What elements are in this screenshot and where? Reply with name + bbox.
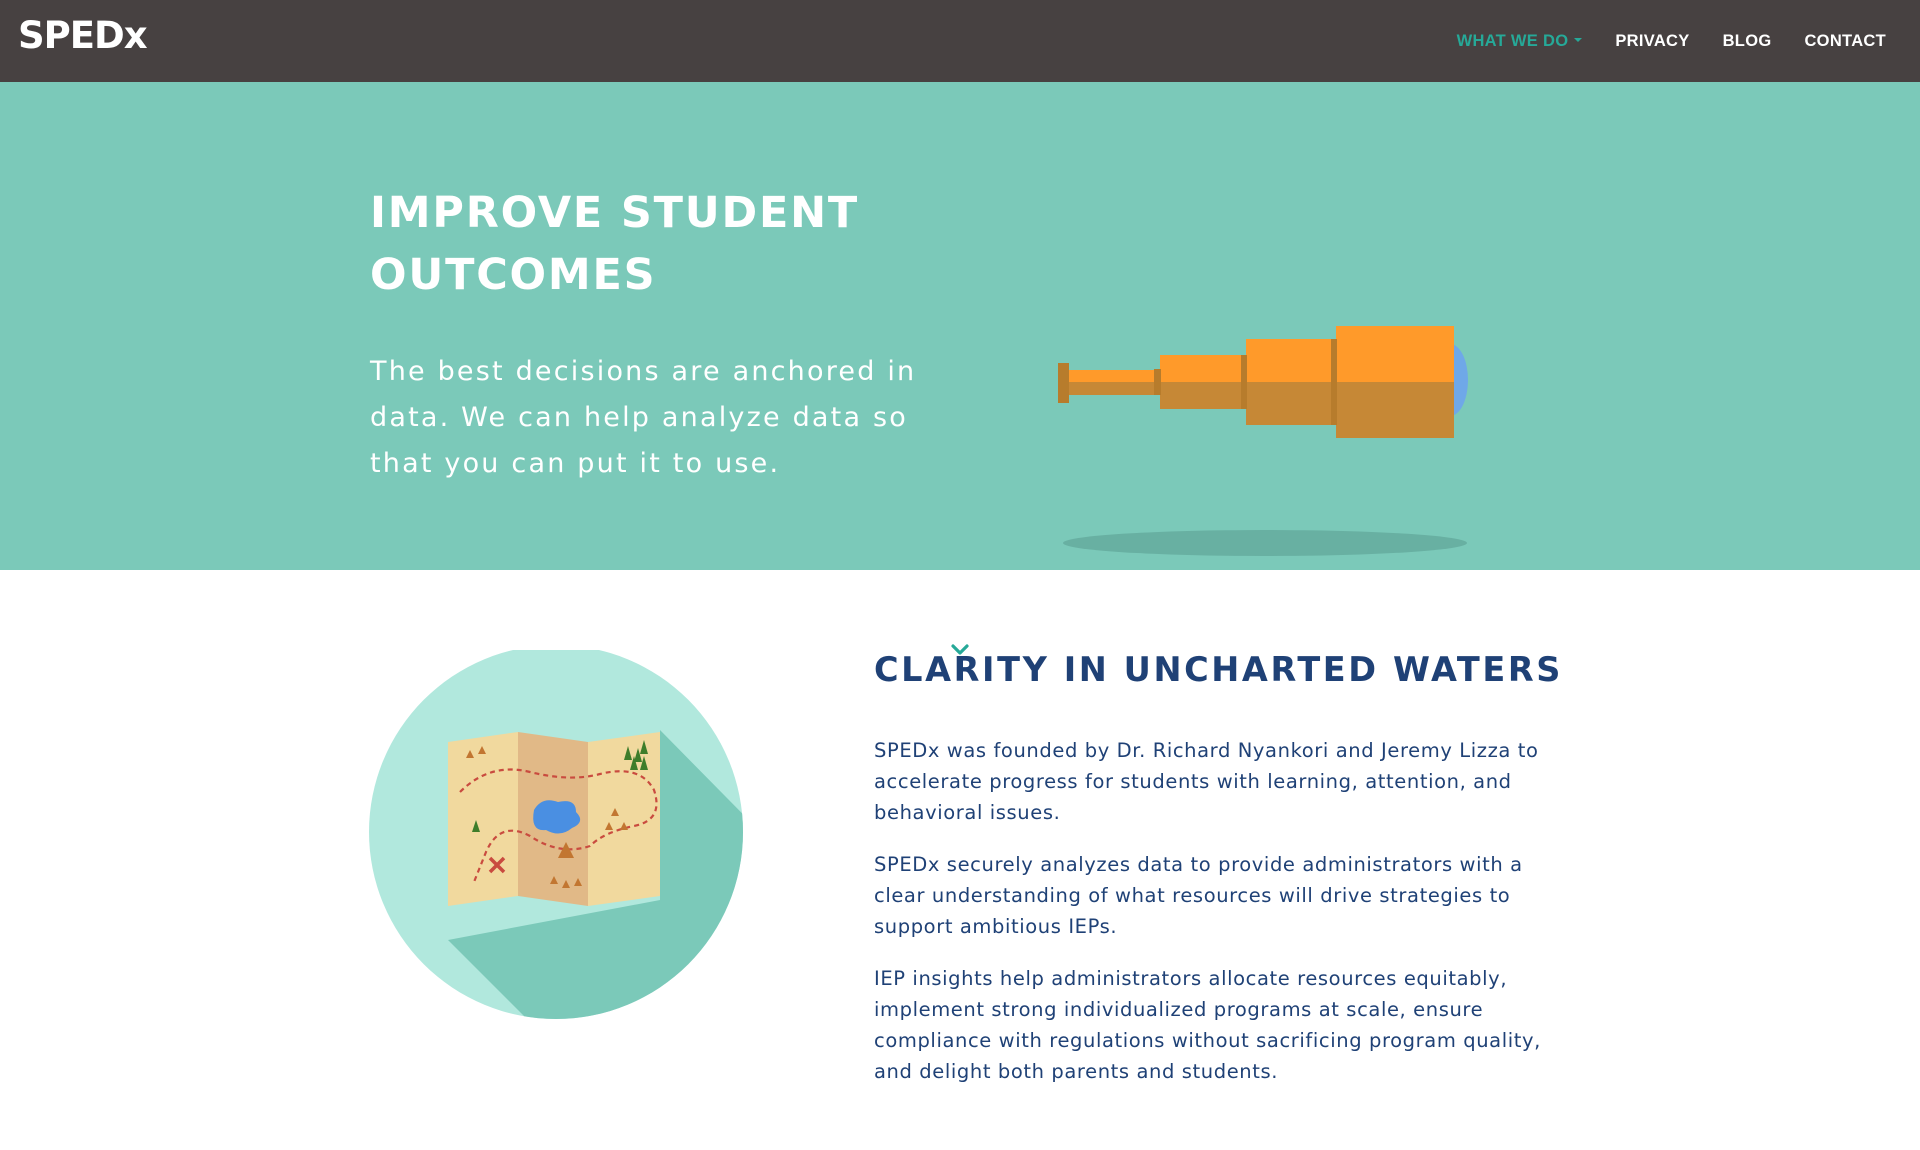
hero-title: IMPROVE STUDENT OUTCOMES — [370, 188, 860, 300]
nav-item-blog[interactable]: BLOG — [1723, 32, 1772, 51]
brand-logo[interactable]: SPEDx — [18, 14, 148, 57]
main-nav: WHAT WE DO PRIVACY BLOG CONTACT — [1457, 0, 1886, 82]
nav-item-contact[interactable]: CONTACT — [1804, 32, 1886, 51]
hero-section: IMPROVE STUDENT OUTCOMES The best decisi… — [0, 82, 1920, 676]
top-navbar: SPEDx WHAT WE DO PRIVACY BLOG CONTACT — [0, 0, 1920, 82]
nav-item-label: WHAT WE DO — [1456, 31, 1569, 50]
telescope-icon — [1058, 326, 1468, 556]
section-paragraph-analysis: SPEDx securely analyzes data to provide … — [874, 853, 1523, 938]
caret-down-icon — [1574, 38, 1583, 42]
section-paragraph-insights: IEP insights help administrators allocat… — [874, 967, 1541, 1083]
hero-description: The best decisions are anchored in data.… — [370, 356, 917, 479]
section-paragraph-founding: SPEDx was founded by Dr. Richard Nyankor… — [874, 739, 1539, 824]
section-title: CLARITY IN UNCHARTED WATERS — [874, 650, 1563, 689]
nav-item-what-we-do[interactable]: WHAT WE DO — [1457, 32, 1583, 51]
treasure-map-icon — [369, 650, 743, 1019]
nav-item-privacy[interactable]: PRIVACY — [1615, 32, 1689, 51]
